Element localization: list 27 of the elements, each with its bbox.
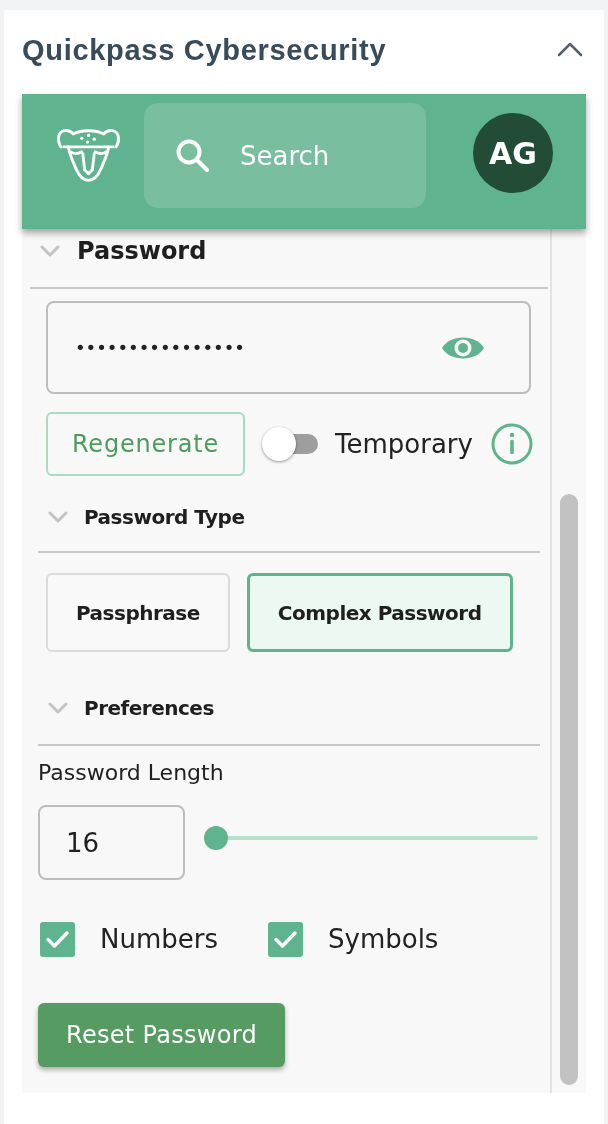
field-label: Password Length xyxy=(38,759,224,787)
password-type-option[interactable]: Complex Password xyxy=(246,573,513,652)
info-icon[interactable] xyxy=(490,423,533,465)
toggle-label: Temporary xyxy=(335,429,473,459)
section-title: Password xyxy=(77,236,207,267)
checkmark-icon xyxy=(45,930,70,949)
slider-thumb[interactable] xyxy=(204,826,228,850)
chevron-down-icon[interactable] xyxy=(48,702,68,714)
chevron-down-icon[interactable] xyxy=(40,245,60,257)
checkbox-label: Symbols xyxy=(328,923,439,956)
search-icon xyxy=(175,138,210,173)
checkmark-icon xyxy=(273,930,298,949)
checkbox[interactable] xyxy=(40,922,75,957)
user-avatar[interactable]: AG xyxy=(473,113,553,193)
checkbox-label: Numbers xyxy=(100,923,218,956)
card-title: Quickpass Cybersecurity xyxy=(22,33,387,67)
password-field[interactable]: •••••••••••••••• xyxy=(46,301,531,394)
password-type-option[interactable]: Passphrase xyxy=(46,573,230,652)
section-title: Password Type xyxy=(84,504,245,531)
checkbox[interactable] xyxy=(268,922,303,957)
toggle-switch[interactable] xyxy=(262,427,320,461)
search-input[interactable]: Search xyxy=(240,140,420,171)
length-field[interactable]: 16 xyxy=(38,805,185,880)
chevron-up-icon[interactable] xyxy=(557,41,583,57)
scrollbar[interactable] xyxy=(560,494,578,1085)
chevron-down-icon[interactable] xyxy=(48,511,68,523)
section-title: Preferences xyxy=(84,695,214,722)
